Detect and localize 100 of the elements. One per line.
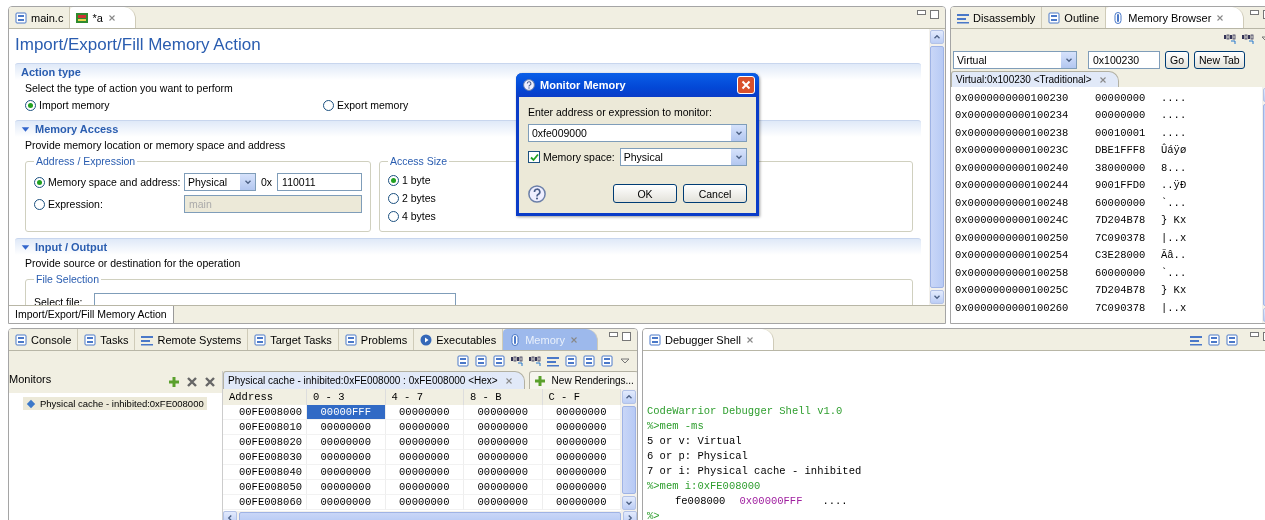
value-cell: 38000000	[1095, 161, 1146, 174]
minimize-icon[interactable]	[1250, 332, 1260, 337]
radio-button[interactable]: Memory space and address:	[34, 172, 181, 192]
dialog-button[interactable]: OK	[613, 184, 677, 203]
memory-cell[interactable]: 00000000	[385, 480, 464, 495]
radio-button[interactable]: 2 bytes	[388, 189, 436, 207]
maximize-icon[interactable]	[622, 332, 631, 341]
memory-cell[interactable]: 00000000	[307, 495, 386, 510]
binary-icon[interactable]	[1224, 33, 1237, 45]
remove-all-icon[interactable]	[204, 376, 216, 388]
close-button[interactable]	[737, 76, 755, 94]
value-cell: 60000000	[1095, 196, 1146, 209]
column-header[interactable]: Address	[223, 389, 307, 405]
column-header[interactable]: C - F	[542, 389, 621, 405]
section-header[interactable]: Input / Output	[15, 238, 921, 255]
shell-command: %>	[647, 508, 660, 520]
memory-cell[interactable]: 00000000	[464, 420, 543, 435]
address-cell[interactable]: 00FE008060	[223, 495, 307, 510]
radio-button[interactable]: Import memory	[25, 97, 110, 113]
memory-cell[interactable]: 00000000	[464, 495, 543, 510]
editor-tab[interactable]: main.c	[9, 7, 71, 28]
new-renderings-tab[interactable]: New Renderings...	[528, 371, 637, 389]
memory-cell[interactable]: 00000000	[385, 435, 464, 450]
twisty-icon[interactable]	[21, 242, 30, 252]
memory-cell[interactable]: 00000000	[307, 480, 386, 495]
memory-space-dropdown[interactable]: Virtual	[953, 51, 1077, 69]
close-icon[interactable]	[1097, 74, 1108, 85]
memory-cell[interactable]: 00000000	[307, 450, 386, 465]
binary-icon[interactable]	[529, 355, 541, 367]
address-cell[interactable]: 00FE008020	[223, 435, 307, 450]
memory-cell[interactable]: 00000000	[464, 435, 543, 450]
memory-space-dropdown[interactable]: Physical	[184, 173, 256, 191]
scrollbar[interactable]	[929, 29, 945, 305]
add-icon[interactable]	[168, 376, 180, 388]
memory-cell[interactable]: 00000000	[385, 465, 464, 480]
browser-button[interactable]: New Tab	[1194, 51, 1245, 69]
view-tab[interactable]: Debugger Shell	[643, 329, 774, 350]
address-cell[interactable]: 00FE008010	[223, 420, 307, 435]
memory-cell[interactable]: 00000000	[307, 435, 386, 450]
play-icon	[420, 333, 433, 346]
radio-button[interactable]: Export memory	[323, 97, 409, 113]
scrollbar[interactable]	[621, 389, 637, 511]
rendering-tab[interactable]: Physical cache - inhibited:0xFE008000 : 0xFE008000 <Hex>	[223, 371, 525, 389]
address-field[interactable]: 110011	[277, 173, 362, 191]
dialog-button[interactable]: Cancel	[683, 184, 747, 203]
address-cell[interactable]: 00FE008030	[223, 450, 307, 465]
section-description: Provide source or destination for the operation	[24, 256, 242, 271]
memory-cell[interactable]: 00000000	[385, 450, 464, 465]
memory-space-dropdown[interactable]: Physical	[619, 148, 747, 166]
view-tab[interactable]: Console	[9, 329, 79, 350]
close-icon[interactable]	[1215, 12, 1226, 23]
column-header[interactable]: 8 - B	[464, 389, 543, 405]
shell-output: 7 or i: Physical cache - inhibited	[647, 463, 862, 478]
memory-cell[interactable]: 00000000	[464, 465, 543, 480]
value-cell: 9001FFD0	[1095, 179, 1146, 192]
close-icon[interactable]	[106, 12, 117, 23]
minimize-icon[interactable]	[609, 332, 618, 337]
radio-button[interactable]: Expression:	[34, 194, 103, 214]
close-icon[interactable]	[503, 375, 514, 386]
editor-tab[interactable]: *a	[70, 7, 136, 28]
shell-value: 0x00000FFF	[739, 494, 803, 507]
help-icon[interactable]	[528, 184, 546, 203]
address-cell: 0x0000000000100240	[955, 161, 1069, 174]
expression-dropdown[interactable]: 0xfe009000	[528, 124, 747, 142]
column-header[interactable]: 0 - 3	[307, 389, 386, 405]
memory-cell[interactable]: 00000000	[385, 495, 464, 510]
radio-button[interactable]: 4 bytes	[388, 207, 436, 225]
binary-icon[interactable]	[1242, 33, 1255, 45]
remove-icon[interactable]	[186, 376, 198, 388]
memory-cell[interactable]: 00000000	[307, 465, 386, 480]
memory-cell[interactable]: 00000000	[464, 480, 543, 495]
address-cell[interactable]: 00FE008040	[223, 465, 307, 480]
memory-cell[interactable]: 00000FFF	[307, 405, 386, 420]
minimize-icon[interactable]	[1250, 10, 1260, 15]
view-tab[interactable]: Disassembly	[951, 7, 1043, 28]
rendering-tab[interactable]: Virtual:0x100230 <Traditional>	[951, 71, 1119, 87]
column-header[interactable]: 4 - 7	[385, 389, 464, 405]
browser-button[interactable]: Go	[1165, 51, 1189, 69]
memory-cell[interactable]: 00000000	[385, 405, 464, 420]
close-icon[interactable]	[744, 334, 755, 345]
memory-cell[interactable]: 00000000	[307, 420, 386, 435]
chip-icon	[76, 11, 89, 24]
minimize-icon[interactable]	[917, 10, 926, 15]
address-field[interactable]: 0x100230	[1088, 51, 1160, 69]
radio-button[interactable]: 1 byte	[388, 171, 431, 189]
tree-item[interactable]: Physical cache - inhibited:0xFE008000	[23, 397, 207, 410]
binary-icon[interactable]	[511, 355, 523, 367]
maximize-icon[interactable]	[930, 10, 939, 19]
memory-space-checkbox[interactable]: Memory space:	[528, 149, 615, 165]
section-title: Input / Output	[35, 241, 108, 253]
view-tab[interactable]: Memory Browser	[1106, 7, 1245, 28]
twisty-icon[interactable]	[21, 124, 30, 134]
address-cell[interactable]: 00FE008050	[223, 480, 307, 495]
memory-cell[interactable]: 00000000	[464, 450, 543, 465]
memory-cell[interactable]: 00000000	[464, 405, 543, 420]
ascii-cell: } Kx	[1161, 284, 1187, 297]
diamond-icon	[26, 398, 36, 409]
shell-output: 5 or v: Virtual	[647, 433, 742, 448]
memory-cell[interactable]: 00000000	[385, 420, 464, 435]
page-tab[interactable]: Import/Export/Fill Memory Action	[9, 306, 174, 323]
